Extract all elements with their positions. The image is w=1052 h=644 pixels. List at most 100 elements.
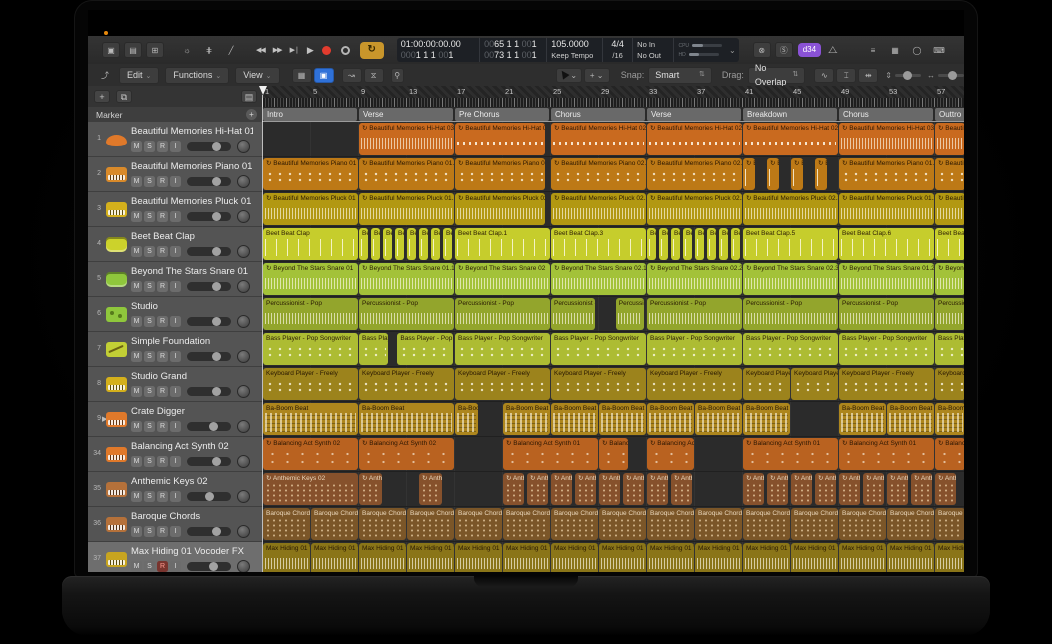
region[interactable]: Beet Beat Clap xyxy=(371,228,380,260)
input-monitor-button[interactable]: I xyxy=(170,456,181,467)
solo-button[interactable]: S xyxy=(144,141,155,152)
keys-stand-icon[interactable] xyxy=(106,517,127,532)
region[interactable]: Baroque Chords xyxy=(551,508,598,540)
track-name[interactable]: Beautiful Memories Hi-Hat 01 xyxy=(131,126,253,137)
track-header[interactable]: 1Beautiful Memories Hi-Hat 01MSRI xyxy=(88,122,262,157)
mute-button[interactable]: M xyxy=(131,246,142,257)
solo-button[interactable]: S xyxy=(144,526,155,537)
duplicate-track-button[interactable]: ⧉ xyxy=(116,90,132,103)
solo-button[interactable]: S xyxy=(144,176,155,187)
region[interactable]: Bass Player - Pop Songwriter xyxy=(647,333,742,365)
region[interactable]: ↻ Beautiful Memories Piano 02.1 xyxy=(551,158,646,190)
mute-button[interactable]: M xyxy=(131,526,142,537)
record-enable-button[interactable]: R xyxy=(157,421,168,432)
region[interactable]: ↻ Beyond The Stars Snare 01 xyxy=(263,263,358,295)
region[interactable]: Max Hiding 01 V xyxy=(455,543,502,572)
mute-button[interactable]: M xyxy=(131,211,142,222)
master-solo-button[interactable]: Ⓢ xyxy=(775,42,793,58)
record-enable-button[interactable]: R xyxy=(157,316,168,327)
mute-button[interactable]: M xyxy=(131,281,142,292)
region[interactable]: Beet Beat Clap.7 xyxy=(935,228,964,260)
track-header[interactable]: 7Simple FoundationMSRI xyxy=(88,332,262,367)
region[interactable]: Keyboard Player - Freely xyxy=(455,368,550,400)
pan-knob[interactable] xyxy=(237,280,250,293)
input-monitor-button[interactable]: I xyxy=(170,316,181,327)
region[interactable]: Max Hiding 01 V xyxy=(935,543,964,572)
playhead-handle[interactable] xyxy=(259,86,267,95)
input-monitor-button[interactable]: I xyxy=(170,386,181,397)
region[interactable]: Ba-Boom Beat xyxy=(887,403,934,435)
region[interactable]: ↻ Anthemic Keys 02 xyxy=(551,473,572,505)
region[interactable]: Max Hiding 01 V xyxy=(599,543,646,572)
region[interactable]: ↻ Anthemic Keys 02 xyxy=(623,473,644,505)
region[interactable]: Keyboard Player - Freely xyxy=(551,368,646,400)
mute-button[interactable]: M xyxy=(131,491,142,502)
region[interactable]: Max Hiding 01 V xyxy=(503,543,550,572)
region[interactable]: ↻ Anthemic Keys 02 xyxy=(911,473,932,505)
region[interactable]: ↻ Beautiful Memories Pluck 02.3 xyxy=(743,193,838,225)
region[interactable]: ↻ Beautiful Memories Pluck 01.1 xyxy=(359,193,454,225)
region[interactable]: Max Hiding 01 V xyxy=(647,543,694,572)
pan-knob[interactable] xyxy=(237,140,250,153)
fast-forward-button[interactable]: ▶▶ xyxy=(273,46,282,54)
pan-knob[interactable] xyxy=(237,455,250,468)
track-name[interactable]: Crate Digger xyxy=(131,406,253,417)
pan-knob[interactable] xyxy=(237,350,250,363)
input-monitor-button[interactable]: I xyxy=(170,246,181,257)
track-name[interactable]: Beautiful Memories Pluck 01 xyxy=(131,196,253,207)
pan-knob[interactable] xyxy=(237,175,250,188)
region[interactable]: Bass Player - Pop Songwriter xyxy=(263,333,358,365)
region[interactable]: Bass Player - Pop Songwriter xyxy=(935,333,964,365)
volume-slider[interactable] xyxy=(187,527,231,536)
pointer-tool-menu[interactable]: ⌄ xyxy=(556,68,582,83)
pan-knob[interactable] xyxy=(237,245,250,258)
region[interactable]: ↻ Beyond The Stars Snare 02.1 xyxy=(551,263,646,295)
regions-view-icon[interactable]: ▣ xyxy=(314,68,334,83)
grid-view-icon[interactable]: ▦ xyxy=(292,68,312,83)
region[interactable]: ↻ Anthemic Keys 02 xyxy=(359,473,382,505)
region[interactable]: ↻ Beautiful Memories Hi-Hat 02.3 xyxy=(743,123,838,155)
track-lane[interactable]: ↻ Beautiful Memories Hi-Hat 03.1↻ Beauti… xyxy=(262,122,964,157)
track-lane[interactable]: ↻ Balancing Act Synth 02↻ Balancing Act … xyxy=(262,437,964,472)
solo-button[interactable]: S xyxy=(144,561,155,572)
inspector-button[interactable]: ▤ xyxy=(124,42,142,58)
region[interactable]: Keyboard Player - Freely xyxy=(791,368,838,400)
list-editors-icon[interactable]: ≡ xyxy=(864,42,882,58)
region[interactable]: Max Hiding 01 V xyxy=(743,543,790,572)
region[interactable]: ↻ Beyond The Stars Snare 02.2 xyxy=(647,263,742,295)
region[interactable]: ↻ Beautiful Memories Pluck 01.3 xyxy=(935,193,964,225)
volume-slider[interactable] xyxy=(187,177,231,186)
pan-knob[interactable] xyxy=(237,560,250,572)
solo-button[interactable]: S xyxy=(144,351,155,362)
solo-button[interactable]: S xyxy=(144,281,155,292)
track-name[interactable]: Balancing Act Synth 02 xyxy=(131,441,253,452)
region[interactable]: Beet Beat Clap xyxy=(383,228,392,260)
region[interactable]: Beet Beat Clap.5 xyxy=(743,228,838,260)
solo-button[interactable]: S xyxy=(144,421,155,432)
region[interactable]: ↻ Beautiful Memories Piano 01 xyxy=(263,158,358,190)
input-monitor-button[interactable]: I xyxy=(170,491,181,502)
record-enable-button[interactable]: R xyxy=(157,141,168,152)
region[interactable]: Keyboard Player - Freely xyxy=(743,368,790,400)
rewind-button[interactable]: ◀◀ xyxy=(256,46,265,54)
volume-slider[interactable] xyxy=(187,212,231,221)
region[interactable]: Max Hiding 01 V xyxy=(551,543,598,572)
track-lane[interactable]: ↻ Beyond The Stars Snare 01 ↻ Beyond The … xyxy=(262,262,964,297)
region[interactable]: ↻ Beautiful Memories Hi-Hat 03.2 xyxy=(839,123,934,155)
drum-icon[interactable] xyxy=(106,272,127,287)
volume-slider[interactable] xyxy=(187,142,231,151)
mute-button[interactable]: M xyxy=(131,421,142,432)
region[interactable]: Beet Beat Clap xyxy=(695,228,704,260)
capture-recording-button[interactable] xyxy=(341,46,350,55)
record-enable-button[interactable]: R xyxy=(157,456,168,467)
region[interactable]: ↻ Beautiful Memories Hi-Hat 02.2 xyxy=(647,123,742,155)
region[interactable]: ↻ Balancing Act Synth 02 xyxy=(359,438,454,470)
region[interactable]: Ba-Boom Beat xyxy=(503,403,550,435)
track-name[interactable]: Beautiful Memories Piano 01 xyxy=(131,161,253,172)
region[interactable]: Baroque Chords xyxy=(647,508,694,540)
region[interactable]: Beet Beat Clap xyxy=(659,228,668,260)
region[interactable]: Ba-Boom Beat xyxy=(599,403,646,435)
catch-playhead-icon[interactable]: ⚲ xyxy=(391,68,404,83)
region[interactable]: Keyboard Player - Freely xyxy=(647,368,742,400)
region[interactable]: ↻ Beautiful Memories Pluck 02 xyxy=(455,193,545,225)
